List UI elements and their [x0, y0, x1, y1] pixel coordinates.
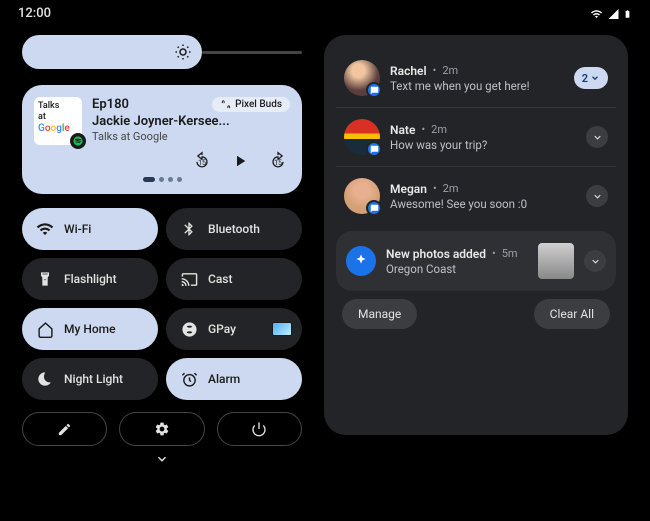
wifi-icon [36, 220, 54, 238]
photos-subtitle: Oregon Coast [386, 262, 528, 276]
notif-time: 2m [431, 123, 447, 136]
notif-message: Text me when you get here! [390, 79, 564, 93]
tile-label: My Home [64, 322, 116, 336]
tile-label: Wi-Fi [64, 222, 91, 236]
notif-count-pill[interactable]: 2 [574, 67, 608, 89]
clear-all-button[interactable]: Clear All [534, 299, 610, 329]
messages-app-icon [366, 82, 382, 98]
power-icon [251, 421, 267, 437]
tile-gpay[interactable]: GPay [166, 308, 302, 350]
tile-nightlight[interactable]: Night Light [22, 358, 158, 400]
chevron-down-icon [592, 132, 603, 143]
expand-button[interactable] [584, 250, 606, 272]
notification-panel: Rachel•2m Text me when you get here! 2 N… [324, 35, 628, 435]
forward-15-button[interactable]: 15 [268, 151, 288, 171]
notification-item[interactable]: Megan•2m Awesome! See you soon :0 [336, 166, 616, 225]
chevron-down-icon [151, 452, 173, 466]
tile-label: Alarm [208, 372, 240, 386]
tile-alarm[interactable]: Alarm [166, 358, 302, 400]
tile-wifi[interactable]: Wi-Fi [22, 208, 158, 250]
gpay-icon [180, 321, 198, 338]
chevron-down-icon [590, 73, 600, 83]
messages-app-icon [366, 141, 382, 157]
media-source: Talks at Google [92, 130, 290, 143]
avatar [344, 178, 380, 214]
notif-message: Awesome! See you soon :0 [390, 197, 576, 211]
tile-label: Flashlight [64, 272, 117, 286]
expand-handle[interactable] [22, 452, 302, 466]
clock: 12:00 [18, 6, 51, 21]
notif-time: 5m [502, 247, 518, 260]
power-button[interactable] [217, 412, 302, 446]
tile-label: Cast [208, 272, 232, 286]
photo-thumbnail [538, 243, 574, 279]
alarm-icon [180, 371, 198, 388]
expand-button[interactable] [586, 126, 608, 148]
notif-message: How was your trip? [390, 138, 576, 152]
wifi-status-icon [589, 8, 604, 20]
sender-name: Nate [390, 123, 415, 137]
tile-flashlight[interactable]: Flashlight [22, 258, 158, 300]
avatar [344, 119, 380, 155]
avatar [344, 60, 380, 96]
tile-myhome[interactable]: My Home [22, 308, 158, 350]
notif-time: 2m [443, 182, 459, 195]
card-thumbnail [272, 322, 292, 336]
battery-status-icon [623, 7, 632, 21]
photos-notification[interactable]: New photos added•5m Oregon Coast [336, 231, 616, 291]
brightness-icon [174, 43, 192, 61]
gear-icon [154, 421, 170, 437]
media-album-art: Talks at Google [34, 97, 82, 145]
moon-icon [36, 371, 54, 387]
play-button[interactable] [230, 151, 250, 171]
tile-label: GPay [208, 322, 236, 336]
tile-bluetooth[interactable]: Bluetooth [166, 208, 302, 250]
edit-tiles-button[interactable] [22, 412, 107, 446]
signal-status-icon [607, 8, 620, 20]
brightness-slider[interactable] [22, 35, 302, 69]
output-device-chip[interactable]: Pixel Buds [212, 97, 290, 112]
bluetooth-icon [180, 221, 198, 237]
media-card[interactable]: Talks at Google Ep180 Pixel Buds [22, 85, 302, 194]
tile-label: Night Light [64, 372, 123, 386]
cast-icon [180, 271, 198, 288]
flashlight-icon [36, 271, 54, 287]
spotify-icon [70, 133, 86, 149]
photos-title: New photos added [386, 247, 486, 261]
earbuds-icon [220, 99, 231, 110]
expand-button[interactable] [586, 185, 608, 207]
media-title: Jackie Joyner-Kersee... [92, 114, 290, 129]
home-icon [36, 321, 54, 338]
notification-item[interactable]: Rachel•2m Text me when you get here! 2 [336, 49, 616, 107]
settings-button[interactable] [119, 412, 204, 446]
media-pager [34, 177, 290, 182]
notif-time: 2m [442, 64, 458, 77]
chevron-down-icon [592, 191, 603, 202]
pencil-icon [57, 422, 72, 437]
notification-item[interactable]: Nate•2m How was your trip? [336, 107, 616, 166]
tile-label: Bluetooth [208, 222, 260, 236]
rewind-15-button[interactable]: 15 [192, 151, 212, 171]
sender-name: Rachel [390, 64, 427, 78]
tile-cast[interactable]: Cast [166, 258, 302, 300]
messages-app-icon [366, 200, 382, 216]
manage-button[interactable]: Manage [342, 299, 417, 329]
photos-app-icon [346, 246, 376, 276]
status-icons [589, 7, 632, 21]
sender-name: Megan [390, 182, 427, 196]
media-episode: Ep180 [92, 97, 129, 112]
chevron-down-icon [590, 256, 601, 267]
